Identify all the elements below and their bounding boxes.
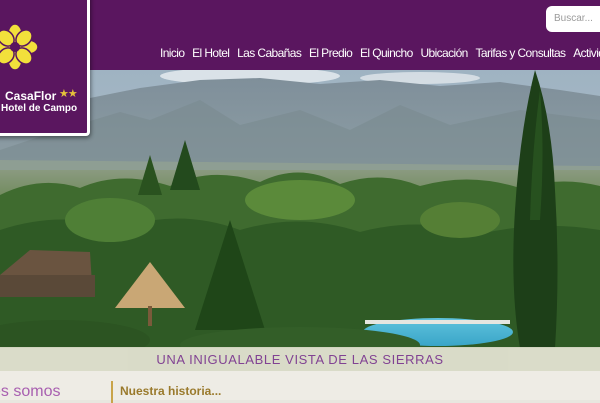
main-nav: Inicio El Hotel Las Cabañas El Predio El… bbox=[160, 46, 600, 64]
section-heading: es somos bbox=[0, 383, 61, 400]
site-logo[interactable]: CasaFlor ★★ Hotel de Campo bbox=[0, 0, 90, 136]
hero-image bbox=[0, 70, 600, 348]
nav-item-ubicacion[interactable]: Ubicación bbox=[420, 46, 468, 60]
nav-item-tarifas[interactable]: Tarifas y Consultas bbox=[475, 46, 566, 60]
rating-stars: ★★ bbox=[59, 87, 78, 100]
hero-tagline: UNA INIGUALABLE VISTA DE LAS SIERRAS bbox=[0, 347, 600, 371]
nav-item-el-hotel[interactable]: El Hotel bbox=[192, 46, 230, 60]
story-link[interactable]: Nuestra historia... bbox=[120, 384, 221, 398]
logo-name: CasaFlor bbox=[5, 89, 57, 103]
content-area: es somos Nuestra historia... bbox=[0, 371, 600, 403]
nav-item-inicio[interactable]: Inicio bbox=[160, 46, 185, 60]
nav-item-el-predio[interactable]: El Predio bbox=[309, 46, 353, 60]
nav-item-el-quincho[interactable]: El Quincho bbox=[360, 46, 413, 60]
nav-item-las-cabanas[interactable]: Las Cabañas bbox=[237, 46, 302, 60]
site-header: Buscar... Inicio El Hotel Las Cabañas El… bbox=[0, 0, 600, 70]
flower-logo-icon bbox=[0, 23, 39, 71]
nav-item-actividades[interactable]: Actividades bbox=[573, 46, 600, 60]
logo-subtitle: Hotel de Campo bbox=[1, 103, 78, 114]
search-input[interactable]: Buscar... bbox=[546, 6, 600, 32]
